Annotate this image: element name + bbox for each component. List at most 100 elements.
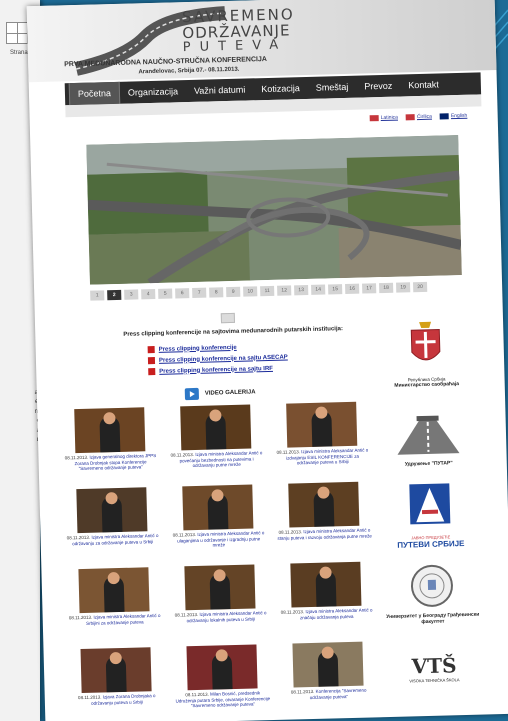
- video-caption[interactable]: 08.11.2013. Izjava ministra Aleksandar A…: [279, 607, 375, 621]
- pdf-icon: [147, 357, 156, 365]
- pager-page[interactable]: 10: [243, 286, 258, 297]
- back-doc-text-line: u: [2, 436, 40, 446]
- nav-item[interactable]: Smeštaj: [308, 76, 357, 99]
- video-thumbnail[interactable]: 08.11.2013. Izjava ministra Aleksandar A…: [277, 561, 374, 620]
- pager-page[interactable]: 5: [158, 288, 173, 299]
- nav-item[interactable]: Kotizacija: [253, 77, 308, 100]
- nav-item[interactable]: Početna: [68, 81, 121, 106]
- pager-page[interactable]: 1: [90, 290, 105, 301]
- pager-page[interactable]: 18: [379, 282, 394, 294]
- video-thumbnail[interactable]: 08.11.2013. Izjava ministra Aleksandar A…: [273, 401, 371, 466]
- language-label: Ćirilica: [416, 113, 432, 121]
- putar-road-icon: [397, 415, 460, 455]
- video-thumbnail-image[interactable]: [78, 567, 150, 614]
- video-caption[interactable]: 08.11.2013. Izjava Zorana Drobnjaka o od…: [69, 693, 165, 707]
- putevi-srbije-logo-icon: [409, 483, 451, 525]
- video-gallery-link[interactable]: VIDEO GALERIJA: [184, 386, 256, 401]
- video-thumbnail[interactable]: 08.11.2013. Izjava ministra Aleksandar A…: [167, 404, 265, 469]
- video-caption[interactable]: 08.11.2013. Izjava ministra Aleksandar A…: [274, 447, 370, 466]
- video-caption[interactable]: 08.11.2013. Konferencija "Savremeno održ…: [281, 687, 377, 701]
- pager-page[interactable]: 3: [124, 289, 139, 300]
- sponsor-university[interactable]: Универзитет у Београду Грађевински факул…: [381, 563, 483, 627]
- video-thumbnail[interactable]: 08.11.2013. Izjava ministra Aleksandar A…: [275, 481, 372, 540]
- video-caption[interactable]: 08.11.2013. Milan Bosnić, predsednik Udr…: [175, 690, 271, 709]
- pager-page[interactable]: 19: [396, 282, 411, 293]
- video-thumbnail[interactable]: 08.11.2013. Izjava ministra Aleksandar A…: [63, 487, 160, 546]
- video-thumbnail-image[interactable]: [74, 407, 146, 454]
- sponsor-ministry[interactable]: Република Србија Министарство саобраћаја: [375, 317, 477, 390]
- video-thumbnail-image[interactable]: [292, 641, 364, 688]
- pager-page[interactable]: 2: [107, 289, 122, 301]
- video-caption-text: Izjava ministra Aleksandar Antić o održa…: [186, 610, 267, 623]
- video-thumbnail[interactable]: 08.11.2013. Izjava ministra Aleksandar A…: [65, 567, 162, 626]
- back-doc-text-line: e,: [2, 398, 40, 408]
- back-doc-text-line: a: [2, 427, 40, 437]
- video-thumbnail-image[interactable]: [80, 647, 152, 694]
- video-thumbnail-image[interactable]: [290, 561, 362, 608]
- video-thumbnail[interactable]: 08.11.2013. Konferencija "Savremeno održ…: [279, 641, 376, 700]
- language-link[interactable]: Ćirilica: [405, 113, 432, 121]
- sponsor-putevi-srbije[interactable]: ЈАВНО ПРЕДУЗЕЋЕ ПУТЕВИ СРБИЈЕ: [379, 481, 481, 551]
- pager-page[interactable]: 20: [413, 281, 428, 293]
- pager-page[interactable]: 7: [192, 287, 207, 299]
- video-caption[interactable]: 08.11.2013. Izjava ministra Aleksandar A…: [168, 450, 264, 469]
- pager-page[interactable]: 13: [294, 284, 309, 296]
- pager-page[interactable]: 9: [226, 286, 241, 298]
- university-seal-icon: [410, 564, 453, 607]
- video-thumbnail[interactable]: 08.11.2013. Izjava ministra Aleksandar A…: [169, 484, 267, 549]
- video-caption[interactable]: 08.11.2013. Izjava generalnog direktora …: [62, 453, 158, 472]
- nav-item[interactable]: Organizacija: [120, 80, 187, 104]
- sponsor-university-caption: Универзитет у Београду Грађевински факул…: [386, 611, 480, 626]
- video-thumbnail-image[interactable]: [286, 401, 358, 448]
- vts-logo: VTŠ: [411, 653, 457, 679]
- pager-page[interactable]: 12: [277, 285, 292, 296]
- table-icon[interactable]: [6, 22, 28, 44]
- video-thumbnail-image[interactable]: [182, 484, 254, 531]
- sponsor-column: Република Србија Министарство саобраћаја…: [375, 317, 479, 683]
- hero-slideshow-image: [86, 134, 462, 285]
- nav-item[interactable]: Prevoz: [356, 74, 401, 97]
- press-link-label: Press clipping konferencije: [158, 344, 237, 353]
- video-caption[interactable]: 08.11.2013. Izjava ministra Aleksandar A…: [170, 530, 266, 549]
- video-thumbnails: 08.11.2013. Izjava generalnog direktora …: [61, 401, 373, 708]
- language-selector: Latinica Ćirilica English: [369, 112, 468, 122]
- nav-item[interactable]: Važni datumi: [186, 78, 254, 102]
- video-thumbnail-image[interactable]: [184, 564, 256, 611]
- video-thumbnail-image[interactable]: [76, 487, 148, 534]
- video-caption[interactable]: 08.11.2013. Izjava ministra Aleksandar A…: [276, 527, 372, 541]
- back-doc-text-line: a-: [2, 389, 40, 399]
- video-thumbnail-image[interactable]: [186, 644, 258, 691]
- language-link[interactable]: Latinica: [369, 115, 398, 122]
- pager-page[interactable]: 15: [328, 284, 343, 295]
- video-thumbnail[interactable]: 08.11.2013. Izjava ministra Aleksandar A…: [171, 564, 268, 623]
- video-caption[interactable]: 08.11.2013. Izjava ministra Aleksandar A…: [67, 613, 163, 627]
- pager-page[interactable]: 11: [260, 285, 275, 297]
- serbia-coat-of-arms-icon: [410, 321, 441, 361]
- pager-page[interactable]: 4: [141, 288, 156, 300]
- sponsor-putar-caption: Удружење "ПУТАР": [404, 460, 453, 468]
- flag-icon: [439, 113, 449, 120]
- back-doc-text-line: i: [2, 379, 40, 389]
- video-thumbnail[interactable]: 08.11.2013. Izjava Zorana Drobnjaka o od…: [68, 647, 165, 706]
- video-thumbnail[interactable]: 08.11.2013. Milan Bosnić, predsednik Udr…: [173, 644, 271, 709]
- press-heading: Press clipping konferencije na sajtovima…: [123, 326, 344, 338]
- video-thumbnail-image[interactable]: [288, 481, 360, 528]
- video-caption[interactable]: 08.11.2013. Izjava ministra Aleksandar A…: [173, 610, 269, 624]
- press-link[interactable]: Press clipping konferencije na sajtu IRF: [148, 363, 288, 378]
- pager-page[interactable]: 16: [345, 283, 360, 295]
- pager-page[interactable]: 14: [311, 284, 326, 295]
- nav-item[interactable]: Kontakt: [400, 73, 447, 96]
- pager-page[interactable]: 17: [362, 283, 377, 294]
- pager-page[interactable]: 8: [209, 287, 224, 298]
- sponsor-putar[interactable]: Удружење "ПУТАР": [377, 413, 478, 469]
- language-link[interactable]: English: [439, 112, 468, 120]
- sponsor-vts[interactable]: VTŠ VISOKA TEHNIČKA ŠKOLA: [384, 653, 485, 685]
- back-doc-text-line: -: [2, 341, 40, 351]
- pager-page[interactable]: 6: [175, 288, 190, 299]
- video-caption[interactable]: 08.11.2013. Izjava ministra Aleksandar A…: [65, 533, 161, 547]
- language-label: English: [450, 112, 468, 120]
- video-thumbnail-image[interactable]: [180, 404, 252, 451]
- slideshow-icon[interactable]: [220, 312, 236, 324]
- video-thumbnail[interactable]: 08.11.2013. Izjava generalnog direktora …: [61, 407, 159, 472]
- press-list: Press clipping konferencije Press clippin…: [147, 341, 289, 378]
